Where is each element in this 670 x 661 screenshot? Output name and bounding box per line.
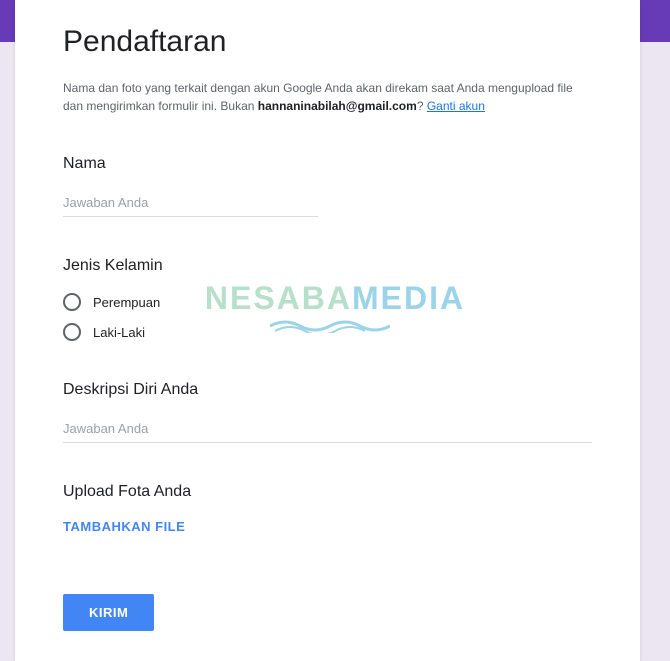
deskripsi-input[interactable] — [63, 417, 592, 443]
notice-email: hannaninabilah@gmail.com — [258, 99, 417, 113]
radio-option-perempuan[interactable]: Perempuan — [63, 293, 592, 311]
radio-option-laki-laki[interactable]: Laki-Laki — [63, 323, 592, 341]
header-accent-right — [640, 0, 670, 42]
nama-input[interactable] — [63, 191, 318, 217]
question-title-upload: Upload Fota Anda — [63, 483, 592, 501]
form-title: Pendaftaran — [63, 25, 592, 59]
form-notice: Nama dan foto yang terkait dengan akun G… — [63, 79, 592, 115]
question-nama: Nama — [63, 155, 592, 217]
notice-text-post: ? — [417, 99, 427, 113]
radio-group-jenis-kelamin: Perempuan Laki-Laki — [63, 293, 592, 341]
switch-account-link[interactable]: Ganti akun — [427, 99, 485, 113]
radio-icon — [63, 323, 81, 341]
header-accent-left — [0, 0, 15, 42]
radio-label: Laki-Laki — [93, 325, 145, 340]
question-title-jenis-kelamin: Jenis Kelamin — [63, 257, 592, 275]
question-upload: Upload Fota Anda TAMBAHKAN FILE — [63, 483, 592, 534]
question-title-nama: Nama — [63, 155, 592, 173]
question-jenis-kelamin: Jenis Kelamin Perempuan Laki-Laki — [63, 257, 592, 341]
radio-label: Perempuan — [93, 295, 160, 310]
add-file-button[interactable]: TAMBAHKAN FILE — [63, 519, 592, 534]
radio-icon — [63, 293, 81, 311]
question-title-deskripsi: Deskripsi Diri Anda — [63, 381, 592, 399]
submit-button[interactable]: KIRIM — [63, 594, 154, 631]
form-card: Pendaftaran Nama dan foto yang terkait d… — [15, 0, 640, 661]
question-deskripsi: Deskripsi Diri Anda — [63, 381, 592, 443]
